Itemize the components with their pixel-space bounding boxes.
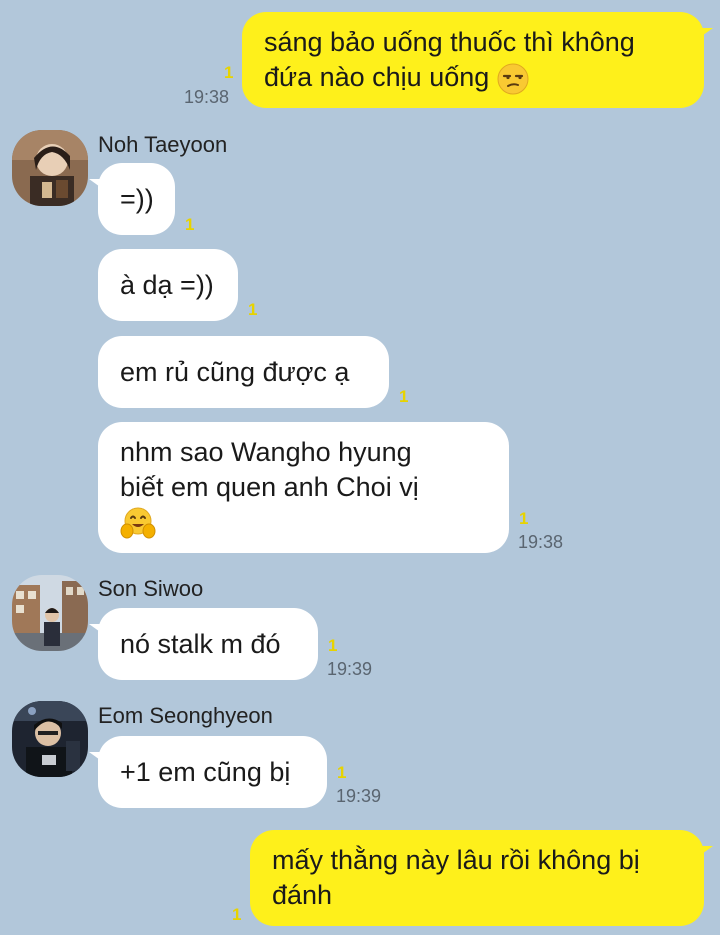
avatar[interactable] bbox=[12, 701, 88, 777]
message-bubble-incoming[interactable]: =)) bbox=[89, 163, 175, 235]
message-line: nhm sao Wangho hyung bbox=[120, 436, 412, 467]
unread-count: 1 bbox=[519, 509, 529, 528]
sender-name: Son Siwoo bbox=[98, 576, 204, 601]
message-bubble-incoming[interactable]: em rủ cũng được ạ bbox=[98, 336, 389, 408]
message-line: sáng bảo uống thuốc thì không bbox=[264, 27, 635, 57]
unamused-face-icon bbox=[497, 63, 529, 95]
message-time: 19:38 bbox=[518, 532, 564, 552]
message-line: à dạ =)) bbox=[120, 269, 214, 300]
message-line: đánh bbox=[272, 880, 333, 910]
message-time: 19:39 bbox=[327, 659, 373, 679]
sender-name: Eom Seonghyeon bbox=[98, 703, 273, 728]
message-bubble-outgoing[interactable]: sáng bảo uống thuốc thì không đứa nào ch… bbox=[242, 12, 713, 108]
unread-count: 1 bbox=[399, 387, 409, 406]
message-line: +1 em cũng bị bbox=[120, 756, 291, 787]
unread-count: 1 bbox=[337, 763, 347, 782]
unread-count: 1 bbox=[185, 215, 195, 234]
sender-name: Noh Taeyoon bbox=[98, 132, 228, 157]
avatar[interactable] bbox=[12, 130, 88, 206]
unread-count: 1 bbox=[328, 636, 338, 655]
message-bubble-incoming[interactable]: +1 em cũng bị bbox=[89, 736, 327, 808]
message-time: 19:38 bbox=[184, 87, 230, 107]
message-time: 19:39 bbox=[336, 786, 382, 806]
message-line: mấy thằng này lâu rồi không bị bbox=[272, 845, 640, 875]
avatar[interactable] bbox=[12, 575, 88, 651]
message-bubble-incoming[interactable]: à dạ =)) bbox=[98, 249, 238, 321]
hugging-face-icon bbox=[120, 507, 156, 539]
message-bubble-outgoing[interactable]: mấy thằng này lâu rồi không bị đánh bbox=[250, 830, 713, 926]
message-line: =)) bbox=[120, 183, 154, 214]
unread-count: 1 bbox=[224, 63, 234, 82]
unread-count: 1 bbox=[248, 300, 258, 319]
message-line: nó stalk m đó bbox=[120, 628, 281, 659]
message-bubble-incoming[interactable]: nhm sao Wangho hyung biết em quen anh Ch… bbox=[98, 422, 509, 553]
message-bubble-incoming[interactable]: nó stalk m đó bbox=[89, 608, 318, 680]
message-line: đứa nào chịu uống bbox=[264, 62, 490, 92]
message-line: biết em quen anh Choi vị bbox=[120, 471, 419, 502]
message-line: em rủ cũng được ạ bbox=[120, 356, 350, 387]
unread-count: 1 bbox=[232, 905, 242, 924]
